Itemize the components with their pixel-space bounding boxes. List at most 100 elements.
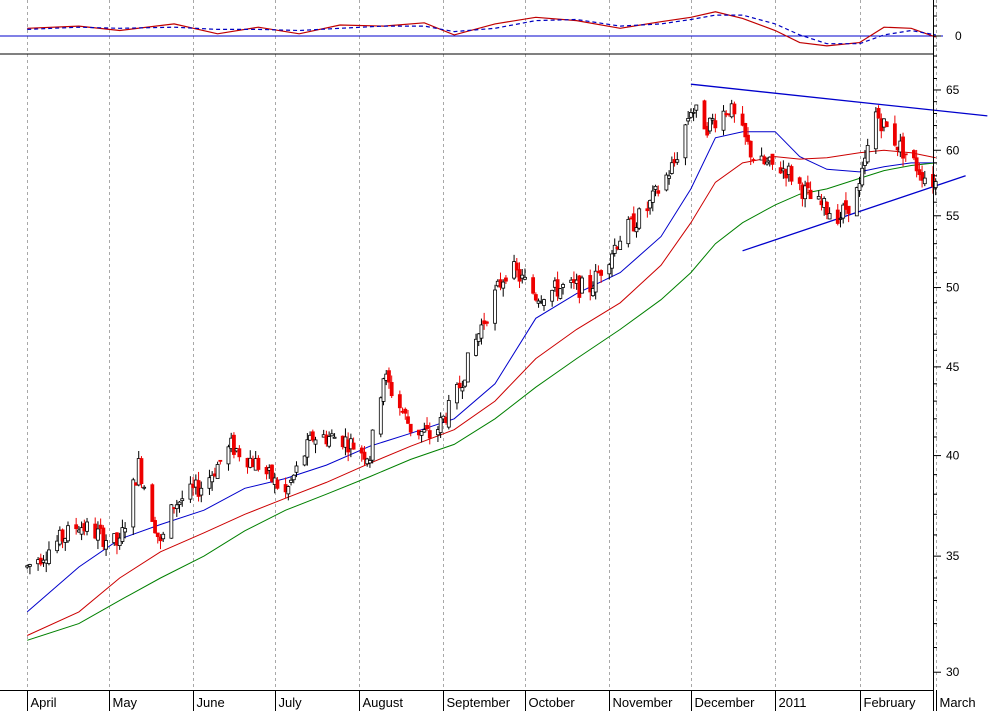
candle-body [408, 423, 413, 433]
candle-body [174, 504, 179, 510]
candle-body [294, 465, 299, 473]
candle-body [150, 484, 155, 522]
candle-body [789, 166, 794, 182]
candle-body [933, 181, 938, 188]
candle-body [422, 429, 427, 433]
candle-body [746, 134, 750, 142]
candle-body [460, 387, 465, 392]
candle-body [161, 533, 166, 540]
candle-body [533, 294, 538, 301]
candle-body [805, 182, 810, 189]
candle-body [425, 425, 429, 430]
candle-body [305, 439, 310, 458]
candle-body [523, 276, 527, 280]
x-tick-label: June [197, 695, 225, 710]
candle-body [922, 177, 927, 185]
candle-body [884, 121, 889, 128]
candle-body [713, 120, 718, 129]
candle-body [580, 277, 584, 294]
candle-body [329, 433, 334, 437]
candle-body [732, 103, 737, 115]
candle-body [237, 448, 242, 458]
candle-body [542, 299, 546, 306]
candle-body [104, 540, 108, 550]
candle-body [610, 253, 614, 269]
candle-body [892, 123, 897, 146]
candle-body [177, 501, 182, 505]
candle-body [155, 532, 160, 538]
x-tick-label: November [613, 695, 674, 710]
candle-body [370, 429, 375, 461]
candle-body [493, 289, 497, 324]
candle-body [691, 111, 696, 114]
candle-body [457, 382, 462, 388]
candle-body [710, 118, 715, 121]
candle-body [675, 159, 680, 163]
candle-body [332, 436, 337, 439]
price-y-tick-label: 55 [946, 209, 960, 223]
x-tick-label: May [113, 695, 138, 710]
candle-body [286, 486, 291, 495]
candle-body [860, 167, 865, 186]
candle-body [378, 397, 383, 435]
candle-body [504, 277, 508, 282]
candle-body [743, 122, 748, 138]
candle-body [479, 324, 484, 339]
candle-body [368, 460, 372, 464]
candle-body [669, 162, 674, 174]
candle-body [275, 479, 280, 489]
candle-body [232, 434, 236, 455]
candle-body [74, 524, 79, 530]
stock-chart: April May June July August September October No… [0, 0, 990, 711]
candle-body [199, 487, 204, 496]
candle-body [313, 439, 318, 445]
candle-body [612, 244, 617, 254]
price-y-tick-label: 35 [946, 549, 960, 563]
candle-body [650, 190, 655, 203]
candle-body [327, 436, 332, 447]
candle-body [626, 219, 631, 245]
candle-body [914, 157, 919, 172]
candle-body [438, 417, 443, 433]
candle-body [531, 277, 536, 294]
candle-body [501, 281, 506, 289]
candle-body [362, 451, 367, 460]
candle-body [645, 208, 650, 212]
candle-body [210, 474, 215, 483]
candle-body [142, 486, 147, 489]
candle-body [808, 189, 813, 200]
x-tick-label: October [529, 695, 576, 710]
x-tick-label: August [363, 695, 404, 710]
candle-body [748, 140, 753, 158]
candle-body [403, 408, 408, 414]
candle-body [765, 161, 769, 165]
candle-body [854, 187, 859, 217]
candle-body [484, 321, 489, 324]
candle-body [28, 564, 32, 567]
candle-body [751, 159, 756, 161]
price-y-tick-label: 45 [946, 360, 960, 374]
x-tick-label: February [864, 695, 917, 710]
candle-body [865, 145, 870, 163]
candle-body [667, 175, 672, 179]
candle-body [550, 289, 555, 302]
candle-body [139, 458, 144, 485]
candle-body [291, 474, 296, 481]
candle-body [66, 525, 70, 542]
candle-body [123, 528, 128, 533]
candle-body [561, 284, 565, 288]
candle-body [397, 394, 402, 409]
candle-body [637, 208, 642, 229]
candle-body [406, 416, 410, 424]
candle-body [912, 150, 916, 159]
price-y-tick-label: 30 [946, 665, 960, 679]
candle-body [446, 400, 451, 428]
x-tick-label: July [279, 695, 303, 710]
candle-body [797, 177, 802, 184]
price-y-tick-label: 40 [946, 449, 960, 463]
candle-body [351, 442, 356, 450]
price-y-tick-label: 65 [946, 83, 960, 97]
candle-body [599, 270, 604, 276]
price-y-tick-label: 60 [946, 143, 960, 157]
candle-body [226, 446, 231, 465]
